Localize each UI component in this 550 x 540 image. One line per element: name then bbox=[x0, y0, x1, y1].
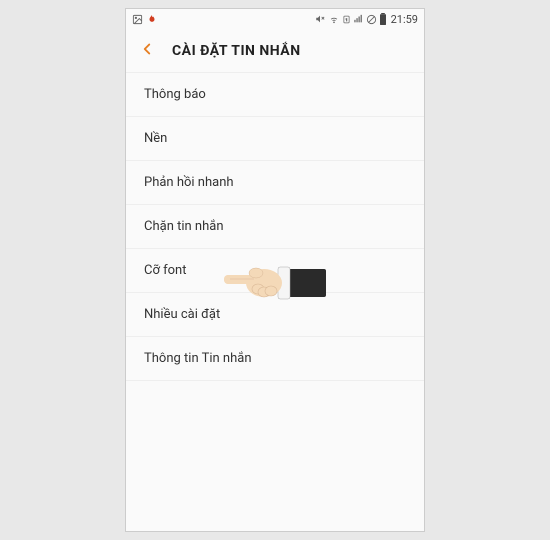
mute-icon bbox=[314, 14, 326, 24]
signal-icon bbox=[353, 14, 364, 24]
status-left bbox=[132, 13, 157, 25]
settings-item-message-info[interactable]: Thông tin Tin nhắn bbox=[126, 337, 424, 381]
settings-item-font-size[interactable]: Cỡ font bbox=[126, 249, 424, 293]
image-icon bbox=[132, 14, 143, 25]
svg-text:1: 1 bbox=[345, 18, 347, 22]
settings-item-label: Chặn tin nhắn bbox=[144, 219, 224, 234]
header: CÀI ĐẶT TIN NHẮN bbox=[126, 29, 424, 73]
fire-icon bbox=[147, 13, 157, 25]
settings-item-label: Phản hồi nhanh bbox=[144, 175, 234, 190]
settings-item-label: Thông tin Tin nhắn bbox=[144, 351, 252, 366]
settings-item-label: Cỡ font bbox=[144, 263, 187, 278]
battery-icon bbox=[379, 13, 387, 25]
settings-item-background[interactable]: Nền bbox=[126, 117, 424, 161]
settings-item-label: Thông báo bbox=[144, 87, 206, 102]
settings-item-quick-reply[interactable]: Phản hồi nhanh bbox=[126, 161, 424, 205]
wifi-icon bbox=[328, 14, 340, 24]
no-circle-icon bbox=[366, 14, 377, 25]
settings-item-block-messages[interactable]: Chặn tin nhắn bbox=[126, 205, 424, 249]
back-arrow-icon[interactable] bbox=[138, 39, 156, 63]
settings-item-more-settings[interactable]: Nhiều cài đặt bbox=[126, 293, 424, 337]
clock: 21:59 bbox=[391, 13, 418, 26]
sim-icon: 1 bbox=[342, 14, 351, 25]
page-title: CÀI ĐẶT TIN NHẮN bbox=[172, 43, 301, 59]
status-bar: 1 21:59 bbox=[126, 9, 424, 29]
settings-list: Thông báo Nền Phản hồi nhanh Chặn tin nh… bbox=[126, 73, 424, 381]
phone-screen: 1 21:59 CÀI ĐẶT TIN NHẮN Thông báo Nền bbox=[125, 8, 425, 532]
settings-item-label: Nền bbox=[144, 131, 167, 146]
settings-item-label: Nhiều cài đặt bbox=[144, 307, 220, 322]
status-right: 1 21:59 bbox=[314, 13, 418, 26]
settings-item-notifications[interactable]: Thông báo bbox=[126, 73, 424, 117]
